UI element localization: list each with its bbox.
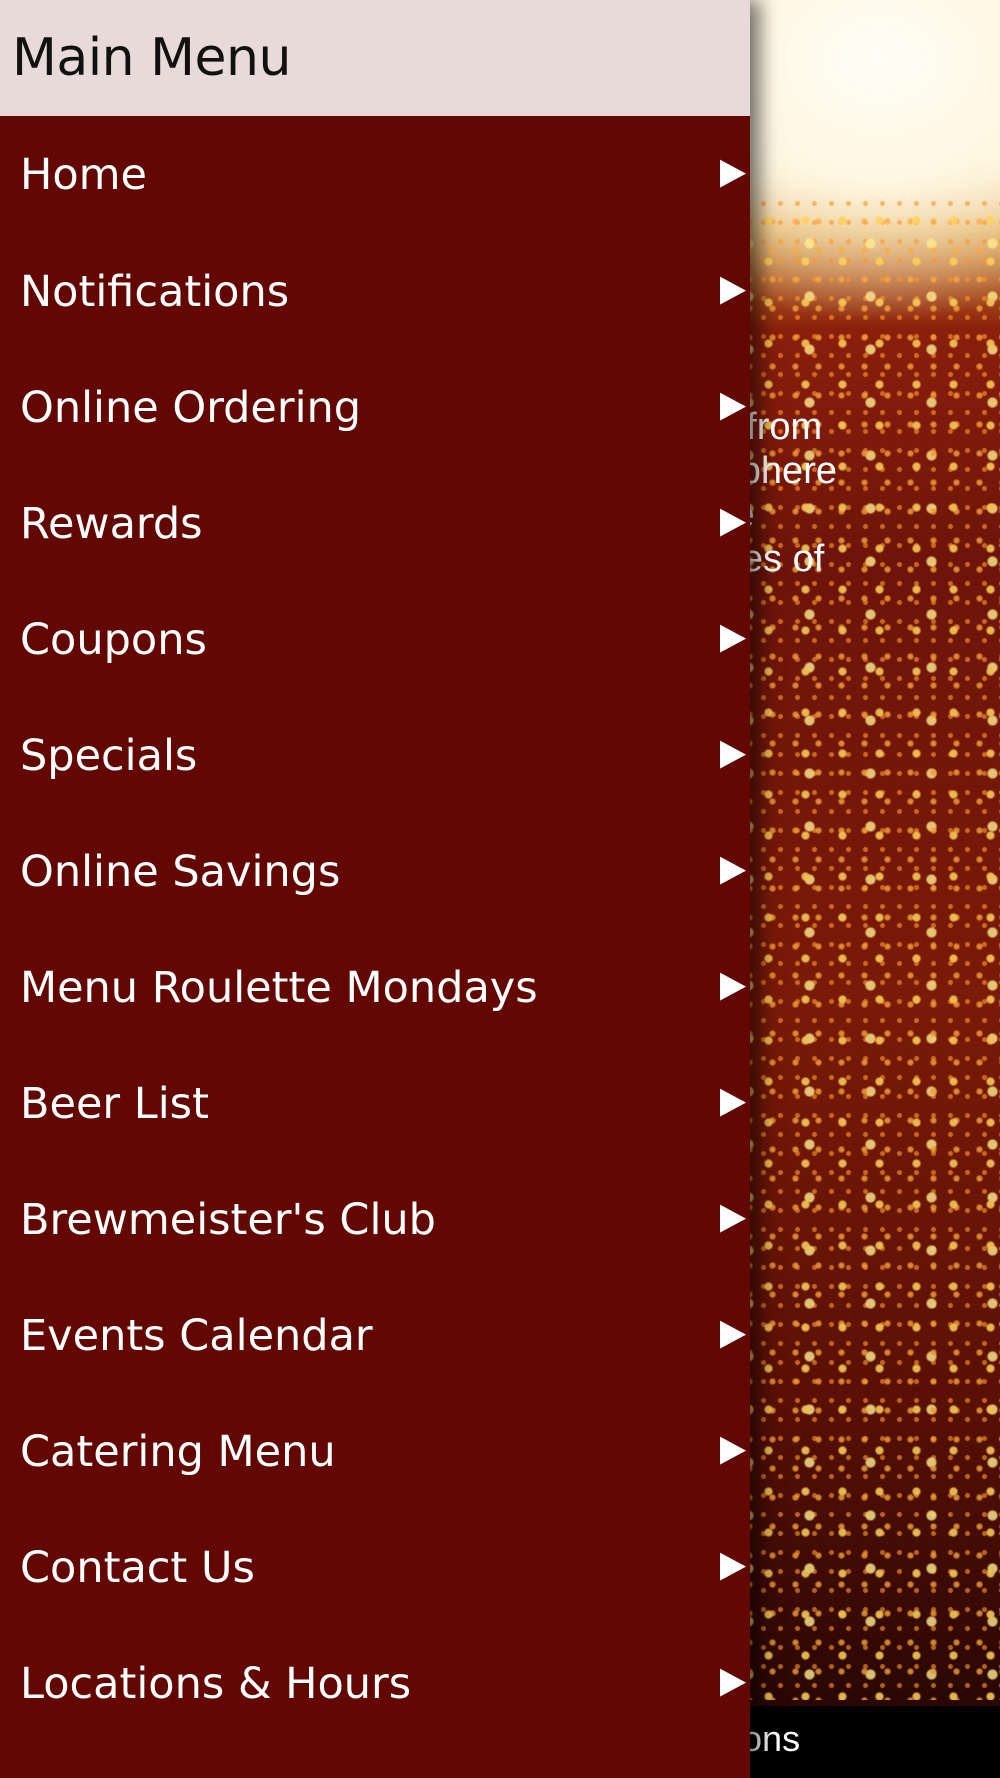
menu-item-menu-roulette-mondays[interactable]: Menu Roulette Mondays [0, 930, 750, 1046]
play-arrow-icon [720, 1436, 746, 1465]
menu-item-coupons[interactable]: Coupons [0, 582, 750, 698]
menu-list: Home Notifications Online Ordering Rewar… [0, 116, 750, 1742]
menu-item-brewmeisters-club[interactable]: Brewmeister's Club [0, 1162, 750, 1278]
menu-item-online-ordering[interactable]: Online Ordering [0, 350, 750, 466]
menu-item-label: Rewards [20, 499, 203, 549]
menu-item-label: Contact Us [20, 1543, 255, 1593]
play-arrow-icon [720, 1320, 746, 1349]
menu-item-catering-menu[interactable]: Catering Menu [0, 1394, 750, 1510]
menu-item-specials[interactable]: Specials [0, 698, 750, 814]
play-arrow-icon [720, 1204, 746, 1233]
play-arrow-icon [720, 1668, 746, 1697]
menu-item-online-savings[interactable]: Online Savings [0, 814, 750, 930]
play-arrow-icon [720, 159, 746, 188]
menu-item-label: Coupons [20, 615, 207, 665]
menu-item-label: Catering Menu [20, 1427, 336, 1477]
play-arrow-icon [720, 740, 746, 769]
play-arrow-icon [720, 276, 746, 305]
menu-item-label: Online Savings [20, 847, 341, 897]
drawer-header: Main Menu [0, 0, 750, 116]
menu-item-label: Events Calendar [20, 1311, 373, 1361]
menu-item-label: Brewmeister's Club [20, 1195, 436, 1245]
menu-item-label: Home [20, 150, 147, 200]
play-arrow-icon [720, 1088, 746, 1117]
menu-item-label: Online Ordering [20, 383, 362, 433]
menu-item-notifications[interactable]: Notifications [0, 234, 750, 350]
menu-item-label: Menu Roulette Mondays [20, 963, 538, 1013]
menu-item-label: Specials [20, 731, 198, 781]
play-arrow-icon [720, 624, 746, 653]
menu-item-locations-hours[interactable]: Locations & Hours [0, 1626, 750, 1742]
play-arrow-icon [720, 856, 746, 885]
menu-item-label: Notifications [20, 267, 290, 317]
menu-item-label: Locations & Hours [20, 1659, 412, 1709]
drawer-title: Main Menu [12, 28, 291, 88]
play-arrow-icon [720, 392, 746, 421]
play-arrow-icon [720, 1552, 746, 1581]
menu-item-beer-list[interactable]: Beer List [0, 1046, 750, 1162]
play-arrow-icon [720, 972, 746, 1001]
menu-item-contact-us[interactable]: Contact Us [0, 1510, 750, 1626]
play-arrow-icon [720, 508, 746, 537]
main-menu-drawer: Main Menu Home Notifications Online Orde… [0, 0, 750, 1778]
menu-item-home[interactable]: Home [0, 116, 750, 234]
menu-item-rewards[interactable]: Rewards [0, 466, 750, 582]
menu-item-label: Beer List [20, 1079, 209, 1129]
menu-item-events-calendar[interactable]: Events Calendar [0, 1278, 750, 1394]
